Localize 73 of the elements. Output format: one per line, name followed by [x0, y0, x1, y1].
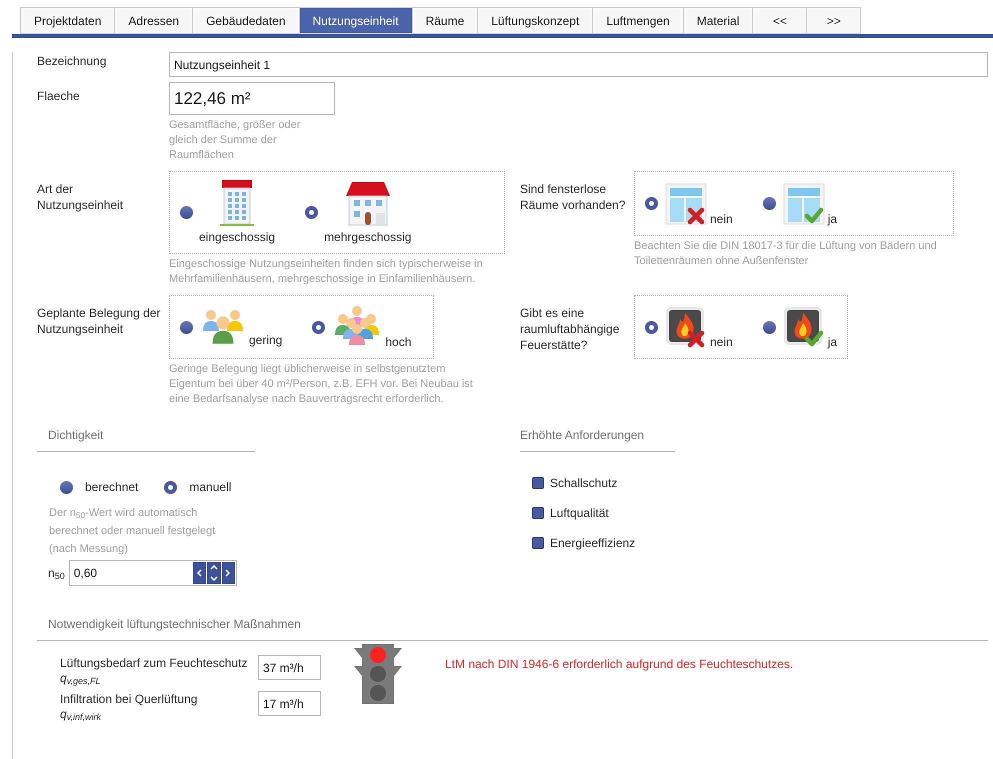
- section-title: Notwendigkeit lüftungstechnischer Maßnahmen: [48, 617, 301, 631]
- formula-symbol: q$_{v,ges,FL}$: [60, 671, 102, 685]
- hint-text: Geringe Belegung liegt üblicherweise in selbstgenutztem Eigentum bei über 40 m²/Person, z.B. EFH vor. Bei Neubau ist eine Bedarfsanalyse nach Bauvertragsrecht erforderlich.: [169, 362, 474, 407]
- tab[interactable]: Nutzungseinheit: [298, 7, 413, 34]
- tab[interactable]: Adressen: [114, 7, 194, 34]
- option-label: manuell: [189, 479, 232, 496]
- checkbox-label: Luftqualität: [550, 505, 609, 522]
- chevron-up-icon: [210, 565, 218, 570]
- radio-button[interactable]: [60, 480, 73, 494]
- tab[interactable]: Gebäudedaten: [192, 7, 300, 34]
- area-input-field[interactable]: 122,46 m²: [169, 82, 335, 115]
- n50-label: n$_{50}$: [48, 565, 65, 582]
- result-value-field: 17 m³/h: [258, 691, 321, 716]
- checkbox-label: Energieeffizienz: [550, 535, 636, 552]
- option-label: nein: [710, 334, 733, 351]
- field-label: Flaeche: [37, 88, 81, 105]
- apartment-building-icon: [220, 180, 254, 226]
- radio-button[interactable]: [762, 320, 776, 334]
- hint-text: Gesamtfläche, größer oder gleich der Summe der Raumflächen: [169, 118, 302, 163]
- option-label: mehrgeschossig: [324, 228, 412, 246]
- field-label: Gibt es eine raumluftabhängige Feuerstätte?: [520, 305, 620, 354]
- warning-message: LtM nach DIN 1946-6 erforderlich aufgrund des Feuchteschutzes.: [445, 656, 794, 673]
- chevron-left-icon: [196, 569, 202, 577]
- radio-button[interactable]: [305, 206, 318, 219]
- radio-button[interactable]: [312, 320, 326, 334]
- radio-button[interactable]: [762, 197, 776, 210]
- field-label: Bezeichnung: [37, 53, 108, 70]
- n50-spin-field[interactable]: 0,60: [68, 560, 237, 586]
- option-label: nein: [710, 210, 733, 228]
- section-title: Dichtigkeit: [48, 428, 104, 442]
- checkbox[interactable]: [532, 507, 544, 519]
- checkbox-label: Schallschutz: [550, 475, 618, 492]
- option-label: ja: [828, 210, 838, 228]
- decrement-button[interactable]: [192, 562, 206, 584]
- radio-button[interactable]: [180, 206, 193, 219]
- hint-text: Der n$_{50}$-Wert wird automatisch berechnet oder manuell festgelegt (nach Messung): [48, 506, 216, 557]
- radio-button[interactable]: [180, 320, 193, 334]
- result-value-field: 37 m³/h: [258, 655, 321, 680]
- name-input-field[interactable]: Nutzungseinheit 1: [169, 52, 988, 77]
- window-cross-icon: [664, 182, 708, 226]
- traffic-light-icon: [352, 644, 404, 707]
- checkbox[interactable]: [532, 477, 544, 489]
- option-label: gering: [249, 332, 282, 349]
- tab[interactable]: Räume: [412, 7, 478, 34]
- tab[interactable]: <<: [752, 7, 808, 34]
- hint-text: Beachten Sie die DIN 18017-3 für die Lüftung von Bädern und Toilettenräumen ohne Außenfenster: [634, 239, 938, 269]
- radio-button[interactable]: [645, 320, 658, 334]
- radio-button[interactable]: [164, 480, 178, 494]
- option-label: hoch: [385, 334, 412, 351]
- option-label: ja: [828, 334, 838, 351]
- result-label: Lüftungsbedarf zum Feuchteschutz: [60, 655, 248, 671]
- tab[interactable]: Lüftungskonzept: [477, 7, 594, 34]
- fire-check-icon: [782, 305, 826, 349]
- option-label: eingeschossig: [199, 228, 276, 246]
- field-label: Art der Nutzungseinheit: [37, 181, 124, 214]
- result-label: Infiltration bei Querlüftung: [60, 691, 198, 707]
- radio-button[interactable]: [645, 197, 658, 210]
- chevron-right-icon: [225, 569, 232, 577]
- tab[interactable]: Luftmengen: [592, 7, 684, 34]
- stepper-button[interactable]: [206, 562, 221, 584]
- section-title: Erhöhte Anforderungen: [520, 428, 644, 442]
- checkbox[interactable]: [532, 537, 544, 549]
- option-label: berechnet: [85, 479, 138, 496]
- window-check-icon: [782, 182, 826, 226]
- increment-button[interactable]: [222, 562, 235, 584]
- formula-symbol: q$_{v,inf,wirk}$: [60, 707, 102, 721]
- tab[interactable]: Projektdaten: [20, 7, 116, 34]
- tab[interactable]: >>: [806, 7, 862, 34]
- field-label: Geplante Belegung der Nutzungseinheit: [37, 305, 162, 338]
- field-label: Sind fensterlose Räume vorhanden?: [520, 181, 626, 214]
- chevron-down-icon: [210, 576, 218, 581]
- tab[interactable]: Material: [682, 7, 754, 34]
- hint-text: Eingeschossige Nutzungseinheiten finden sich typischerweise in Mehrfamilienhäusern, mehrgeschossige in Einfamilienhäusern.: [169, 257, 484, 287]
